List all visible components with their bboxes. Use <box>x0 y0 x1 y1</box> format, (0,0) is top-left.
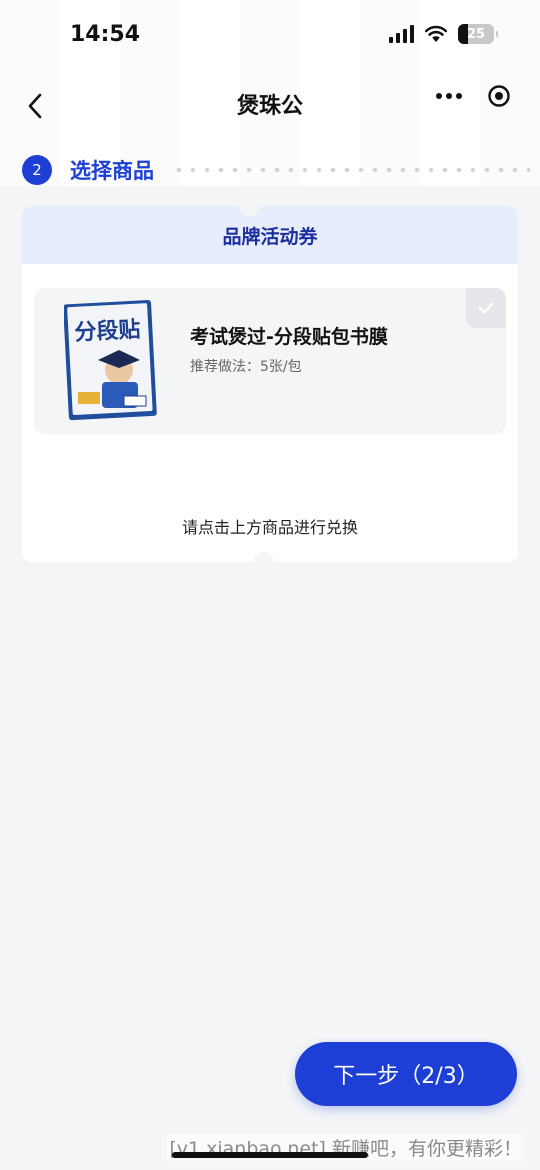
exchange-hint: 请点击上方商品进行兑换 <box>181 518 358 537</box>
svg-text:分段贴: 分段贴 <box>74 316 141 345</box>
product-item[interactable]: 分段贴 考试煲过-分段贴包书膜 推荐做法：5张/包 <box>34 288 506 434</box>
signal-icon <box>389 25 414 43</box>
product-title: 考试煲过-分段贴包书膜 <box>190 326 388 348</box>
step-progress-dots <box>172 168 530 172</box>
home-indicator[interactable] <box>172 1152 368 1158</box>
mini-program-capsule <box>424 80 526 112</box>
product-image: 分段贴 <box>64 300 157 421</box>
brand-coupon-card: 品牌活动券 分段贴 考试煲过-分段贴包书膜 推荐做法：5张/包 请点击上方商品进… <box>22 206 518 562</box>
product-recommendation: 推荐做法：5张/包 <box>190 359 302 375</box>
wifi-icon <box>424 25 448 42</box>
target-icon[interactable] <box>474 80 524 112</box>
check-icon <box>478 302 494 314</box>
battery-icon: 25 <box>458 24 498 44</box>
step-indicator: 2 选择商品 <box>22 154 530 186</box>
step-label: 选择商品 <box>70 159 154 183</box>
status-time: 14:54 <box>70 22 141 47</box>
product-select-checkbox[interactable] <box>466 288 506 328</box>
battery-level: 25 <box>466 26 486 42</box>
status-icons: 25 <box>389 24 498 44</box>
step-number-badge: 2 <box>22 155 52 185</box>
next-step-button[interactable]: 下一步（2/3） <box>295 1042 517 1106</box>
screen: 14:54 25 煲珠公 2 选择商品 品牌活动券 分段贴 考试煲过-分段贴包书… <box>0 0 540 1170</box>
coupon-header: 品牌活动券 <box>22 206 518 264</box>
more-dots-icon[interactable] <box>424 80 474 112</box>
